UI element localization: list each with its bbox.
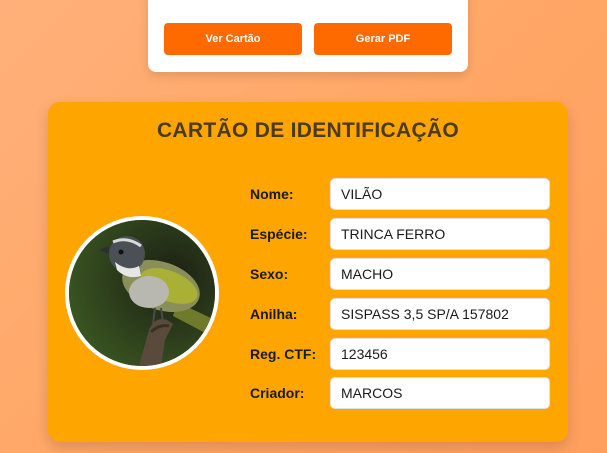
card-title: CARTÃO DE IDENTIFICAÇÃO (156, 119, 460, 142)
field-row-breeder: Criador: MARCOS (250, 377, 552, 409)
bird-photo (65, 216, 219, 370)
field-row-ring: Anilha: SISPASS 3,5 SP/A 157802 (250, 298, 552, 330)
ctf-label: Reg. CTF: (250, 346, 317, 362)
generate-pdf-button[interactable]: Gerar PDF (314, 23, 452, 55)
field-row-name: Nome: VILÃO (250, 178, 552, 210)
sex-field[interactable]: MACHO (330, 258, 550, 290)
field-row-sex: Sexo: MACHO (250, 258, 552, 290)
species-field[interactable]: TRINCA FERRO (330, 218, 550, 250)
breeder-field[interactable]: MARCOS (330, 377, 550, 409)
sex-label: Sexo: (250, 266, 289, 282)
field-row-ctf: Reg. CTF: 123456 (250, 338, 552, 370)
bird-image (69, 220, 215, 366)
action-panel: Ver Cartão Gerar PDF (148, 0, 468, 72)
field-row-species: Espécie: TRINCA FERRO (250, 218, 552, 250)
ring-label: Anilha: (250, 306, 298, 322)
name-field[interactable]: VILÃO (330, 178, 550, 210)
ctf-field[interactable]: 123456 (330, 338, 550, 370)
species-label: Espécie: (250, 226, 308, 242)
view-card-button[interactable]: Ver Cartão (164, 23, 302, 55)
identification-card: CARTÃO DE IDENTIFICAÇÃO Nome: VILÃO Espé… (48, 102, 568, 442)
name-label: Nome: (250, 186, 294, 202)
breeder-label: Criador: (250, 385, 305, 401)
ring-field[interactable]: SISPASS 3,5 SP/A 157802 (330, 298, 550, 330)
